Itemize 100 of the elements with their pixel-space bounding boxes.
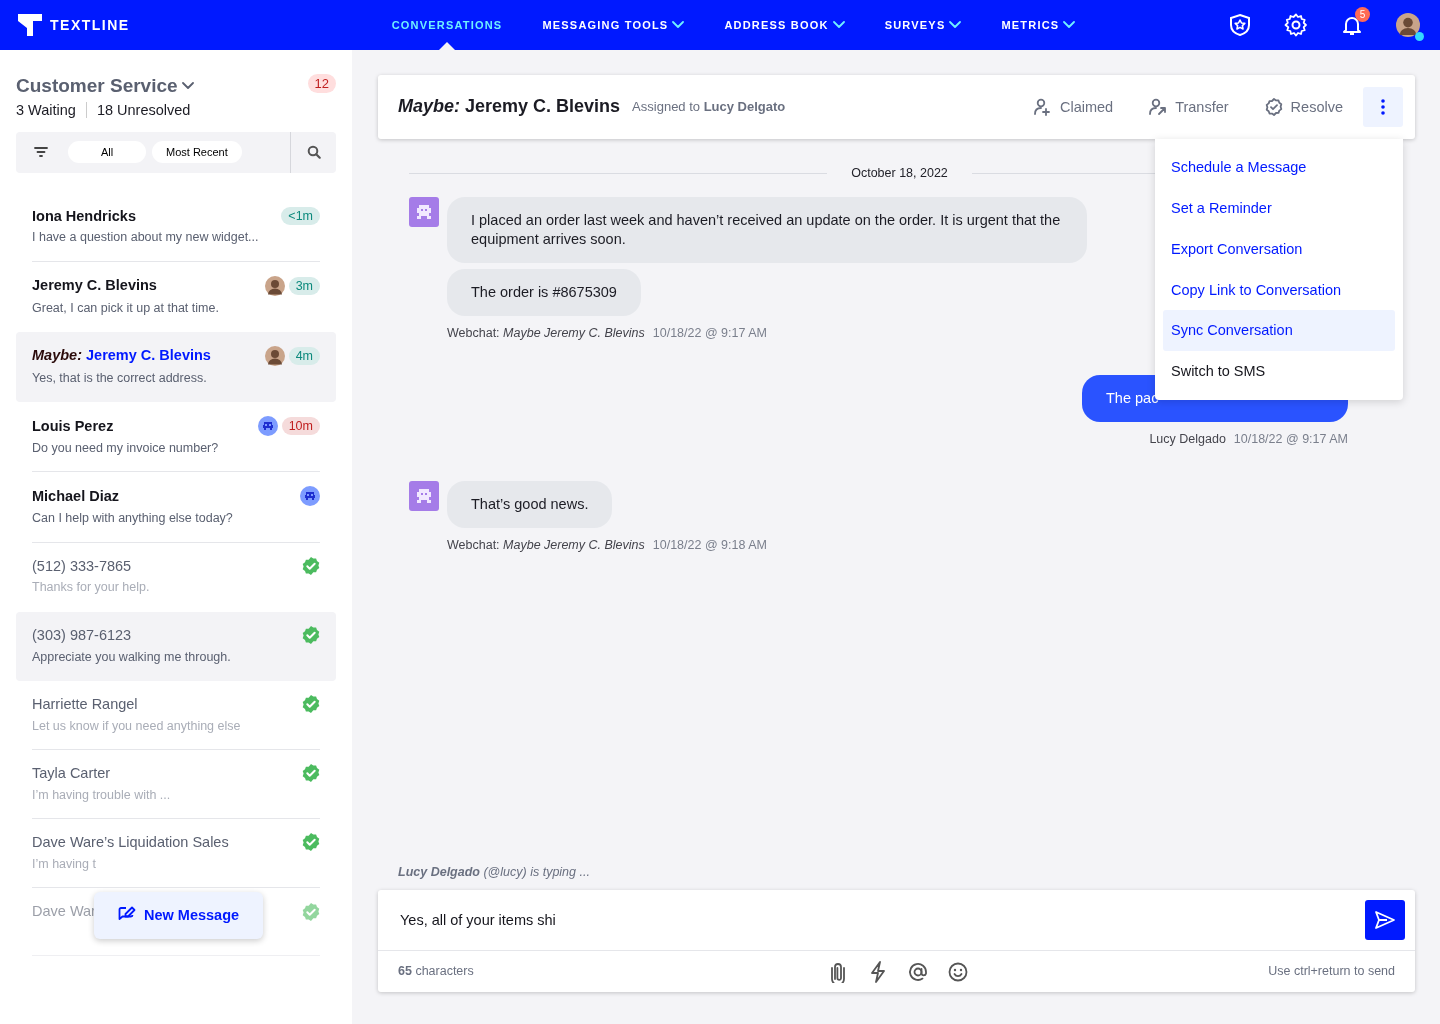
message-time: 10/18/22 @ 9:17 AM <box>1233 430 1348 448</box>
contact-name: Harriette Rangel <box>32 694 138 714</box>
contact-name: Louis Perez <box>32 416 114 436</box>
conversation-item[interactable]: Maybe: Jeremy C. Blevins 4m Yes, that is the correct address. <box>16 331 336 403</box>
message-preview: Do you need my invoice number? <box>32 440 220 457</box>
message-bubble: That’s good news. <box>447 481 613 528</box>
nav-tab[interactable]: CONVERSATIONS <box>371 0 523 50</box>
nav-tab[interactable]: MESSAGING TOOLS <box>522 0 705 50</box>
message-bubble: The order is #8675309 <box>447 268 641 316</box>
favorites-button[interactable] <box>1228 13 1252 37</box>
contact-avatar <box>264 275 285 296</box>
message-sender: Lucy Delgado <box>1149 430 1226 448</box>
message-preview: Great, I can pick it up at that time. <box>32 299 220 316</box>
send-button[interactable] <box>1365 900 1405 940</box>
contact-name: Iona Hendricks <box>32 206 136 226</box>
wait-time: <1m <box>281 206 320 226</box>
nav-tab[interactable]: METRICS <box>981 0 1096 50</box>
verified-check-icon <box>302 902 320 921</box>
conversation-item[interactable]: Michael Diaz Can I help with anything else today? <box>16 472 336 543</box>
new-message-button[interactable]: New Message <box>94 892 264 939</box>
filter-chip[interactable]: Most Recent <box>152 140 242 164</box>
message-preview: Appreciate you walking me through. <box>32 648 232 665</box>
notification-count: 5 <box>1355 7 1370 22</box>
more-icon <box>1381 99 1385 115</box>
emoji-button[interactable] <box>948 961 968 982</box>
message-preview: Yes, that is the correct address. <box>32 369 208 387</box>
verified-check-icon <box>302 833 320 852</box>
quick-reply-button[interactable] <box>868 960 888 983</box>
nav-tab[interactable]: SURVEYS <box>864 0 982 50</box>
contact-name: Michael Diaz <box>32 486 120 506</box>
conversation-item[interactable]: Jeremy C. Blevins 3m Great, I can pick it up at that time. <box>16 261 336 332</box>
message-preview: Can I help with anything else today? <box>32 510 234 527</box>
character-count: 65 characters <box>398 963 475 980</box>
contact-name: (512) 333-7865 <box>32 556 132 576</box>
conversation-item[interactable]: Tayla Carter I’m having trouble with ... <box>16 749 336 819</box>
conversation-item[interactable]: Harriette Rangel Let us know if you need anything else <box>16 680 336 750</box>
mention-button[interactable] <box>908 961 928 982</box>
menu-item[interactable]: Sync Conversation <box>1163 310 1395 352</box>
verified-check-icon <box>302 626 320 645</box>
conversation-item[interactable]: (303) 987-6123 Appreciate you walking me through. <box>16 611 336 681</box>
waiting-count: 3 Waiting <box>16 100 76 120</box>
menu-item[interactable]: Set a Reminder <box>1163 187 1395 229</box>
message-preview: Let us know if you need anything else <box>32 717 242 734</box>
contact-name: Dave War <box>32 902 96 921</box>
claim-button[interactable]: Claimed <box>1017 97 1130 117</box>
send-hint: Use ctrl+return to send <box>1268 963 1395 980</box>
conversation-title: Maybe: Jeremy C. Blevins <box>398 95 621 119</box>
message-sender: Webchat: Maybe Jeremy C. Blevins <box>447 536 645 554</box>
conversation-item[interactable]: Dave Ware’s Liquidation Sales I’m having t <box>16 819 336 889</box>
settings-button[interactable] <box>1284 13 1308 37</box>
inbox-dropdown[interactable]: Customer Service <box>16 74 194 99</box>
transfer-button[interactable]: Transfer <box>1133 97 1245 117</box>
message-sender: Webchat: Maybe Jeremy C. Blevins <box>447 324 645 342</box>
message-preview: I have a question about my new widget... <box>32 229 260 246</box>
menu-item[interactable]: Schedule a Message <box>1163 147 1395 188</box>
verified-check-icon <box>302 695 320 714</box>
unread-count: 12 <box>307 74 336 93</box>
person-arrow-icon <box>1149 98 1168 116</box>
brand-name: TEXTLINE <box>50 15 130 35</box>
wait-time: 3m <box>288 276 320 295</box>
contact-name: Maybe: Jeremy C. Blevins <box>32 346 211 366</box>
user-avatar <box>1396 13 1420 37</box>
contact-avatar <box>264 345 285 366</box>
more-button[interactable] <box>1363 87 1403 127</box>
conversation-item[interactable]: Louis Perez 10m Do you need my invoice number? <box>16 402 336 473</box>
wait-time: 10m <box>281 417 320 436</box>
lightning-icon <box>868 960 888 983</box>
message-input[interactable]: Yes, all of your items shi <box>398 909 1365 931</box>
menu-item[interactable]: Export Conversation <box>1163 228 1395 270</box>
message-preview: I’m having t <box>32 855 97 873</box>
message-bubble: I placed an order last week and haven’t received an update on the order. It is urgent that the equipment arrives soon. <box>447 197 1087 263</box>
filter-button[interactable] <box>34 146 48 159</box>
paperclip-icon <box>828 960 848 983</box>
typing-indicator: Lucy Delgado (@lucy) is typing ... <box>397 863 591 880</box>
nav-tab[interactable]: ADDRESS BOOK <box>704 0 865 50</box>
filter-icon <box>34 146 48 159</box>
pixel-avatar <box>409 481 439 512</box>
send-icon <box>1374 910 1396 930</box>
conversation-item[interactable]: Iona Hendricks <1m I have a question about my new widget... <box>16 192 336 262</box>
contact-name: Dave Ware’s Liquidation Sales <box>32 833 229 852</box>
shield-star-icon <box>1228 13 1252 37</box>
resolve-button[interactable]: Resolve <box>1248 97 1359 117</box>
pixel-avatar <box>409 197 439 228</box>
filter-chip[interactable]: All <box>68 140 146 164</box>
assignment-label: Assigned to Lucy Delgato <box>632 98 786 116</box>
conversation-item[interactable]: (512) 333-7865 Thanks for your help. <box>16 542 336 612</box>
wait-time: 4m <box>288 346 320 365</box>
search-icon <box>306 145 321 160</box>
contact-name: Jeremy C. Blevins <box>32 276 157 296</box>
emoji-icon <box>948 961 968 982</box>
message-preview: I’m having trouble with ... <box>32 786 172 803</box>
message-time: 10/18/22 @ 9:17 AM <box>652 324 767 342</box>
date-divider: October 18, 2022 <box>850 165 949 182</box>
menu-item[interactable]: Copy Link to Conversation <box>1163 269 1395 311</box>
attach-button[interactable] <box>828 960 848 983</box>
bot-avatar <box>300 486 320 507</box>
contact-name: (303) 987-6123 <box>32 625 132 645</box>
verified-check-icon <box>302 764 320 783</box>
caret-icon <box>181 82 194 91</box>
mention-icon <box>908 961 928 982</box>
